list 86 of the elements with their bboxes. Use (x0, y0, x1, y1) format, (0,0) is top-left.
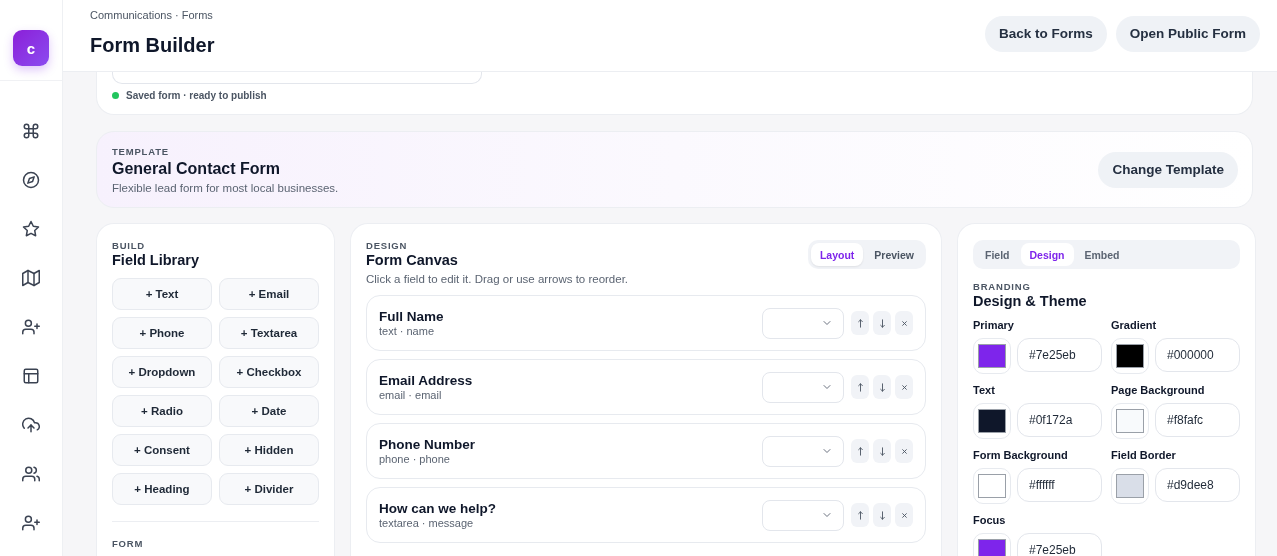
page-title: Form Builder (90, 34, 215, 57)
color-label: Text (973, 384, 996, 396)
add-field-button[interactable]: + Text (112, 278, 212, 310)
view-tab[interactable]: Layout (810, 243, 864, 266)
color-label: Field Border (1111, 449, 1177, 461)
field-meta: textarea · message (379, 517, 475, 529)
add-field-button[interactable]: + Checkbox (219, 356, 319, 388)
header-button[interactable]: Open Public Form (1115, 15, 1260, 52)
add-field-button[interactable]: + Textarea (219, 317, 319, 349)
move-up-button[interactable] (851, 311, 869, 335)
color-picker[interactable] (1111, 338, 1149, 374)
hex-input[interactable]: #0f172a (1017, 403, 1102, 437)
hex-input[interactable]: #ffffff (1017, 468, 1102, 502)
map-icon (22, 269, 40, 287)
cloud-upload-icon (22, 416, 40, 434)
add-field-button[interactable]: + Dropdown (112, 356, 212, 388)
color-picker[interactable] (1111, 468, 1149, 504)
color-label: Gradient (1111, 319, 1158, 331)
breadcrumb: Communications · Forms (90, 9, 214, 21)
compass-icon (22, 171, 40, 189)
hex-input[interactable]: #d9dee8 (1155, 468, 1240, 502)
panel-title: Field Library (112, 252, 201, 268)
add-field-button[interactable]: + Radio (112, 395, 212, 427)
add-field-button[interactable]: + Heading (112, 473, 212, 505)
add-field-button[interactable]: + Phone (112, 317, 212, 349)
section-label: FORM (112, 538, 145, 549)
canvas-field-row[interactable]: Phone Number phone · phone (366, 423, 926, 479)
hex-input[interactable]: #7e25eb (1017, 533, 1102, 556)
move-down-button[interactable] (873, 439, 891, 463)
canvas-field-row[interactable]: Full Name text · name (366, 295, 926, 351)
move-down-button[interactable] (873, 311, 891, 335)
inspector-tab[interactable]: Embed (1075, 243, 1129, 266)
field-meta: email · email (379, 389, 443, 401)
add-field-button[interactable]: + Consent (112, 434, 212, 466)
header-button[interactable]: Back to Forms (984, 15, 1107, 52)
move-down-button[interactable] (873, 503, 891, 527)
color-label: Primary (973, 319, 1015, 331)
add-field-button[interactable]: + Hidden (219, 434, 319, 466)
section-label: BUILD (112, 240, 147, 251)
field-meta: text · name (379, 325, 436, 337)
move-up-button[interactable] (851, 375, 869, 399)
move-up-button[interactable] (851, 439, 869, 463)
color-picker[interactable] (973, 468, 1011, 504)
command-icon (22, 122, 40, 140)
users-icon (22, 465, 40, 483)
color-label: Page Background (1111, 384, 1206, 396)
change-template-button[interactable]: Change Template (1098, 151, 1238, 188)
status-text: Saved form · ready to publish (126, 90, 267, 101)
add-field-button[interactable]: + Email (219, 278, 319, 310)
color-picker[interactable] (973, 338, 1011, 374)
form-name-field[interactable] (112, 72, 482, 84)
field-name: How can we help? (379, 501, 497, 516)
add-field-button[interactable]: + Divider (219, 473, 319, 505)
layout-icon (22, 367, 40, 385)
hex-input[interactable]: #f8fafc (1155, 403, 1240, 437)
template-description: Flexible lead form for most local businesses. (112, 181, 339, 194)
template-title: General Contact Form (112, 159, 282, 178)
field-name: Email Address (379, 373, 473, 388)
hex-input[interactable]: #000000 (1155, 338, 1240, 372)
move-up-button[interactable] (851, 503, 869, 527)
section-label: DESIGN (366, 240, 409, 251)
inspector-tab[interactable]: Design (1020, 243, 1074, 266)
color-label: Form Background (973, 449, 1069, 461)
field-meta: phone · phone (379, 453, 451, 465)
canvas-hint: Click a field to edit it. Drag or use arrows to reorder. (366, 273, 629, 285)
color-picker[interactable] (1111, 403, 1149, 439)
section-label: BRANDING (973, 281, 1032, 292)
field-name: Phone Number (379, 437, 475, 452)
add-user-icon (22, 514, 40, 532)
hex-input[interactable]: #7e25eb (1017, 338, 1102, 372)
panel-title: Form Canvas (366, 252, 459, 268)
section-label: TEMPLATE (112, 145, 170, 157)
field-name: Full Name (379, 309, 444, 324)
app-logo[interactable]: c (13, 30, 49, 66)
status-dot (112, 92, 119, 99)
inspector-tab[interactable]: Field (976, 243, 1019, 266)
move-down-button[interactable] (873, 375, 891, 399)
color-label: Focus (973, 514, 1007, 526)
color-picker[interactable] (973, 403, 1011, 439)
add-field-button[interactable]: + Date (219, 395, 319, 427)
star-icon (22, 220, 40, 238)
canvas-field-row[interactable]: Email Address email · email (366, 359, 926, 415)
add-user-icon (22, 318, 40, 336)
view-tab[interactable]: Preview (865, 243, 923, 266)
canvas-field-row[interactable]: How can we help? textarea · message (366, 487, 926, 543)
panel-title: Design & Theme (973, 293, 1088, 309)
